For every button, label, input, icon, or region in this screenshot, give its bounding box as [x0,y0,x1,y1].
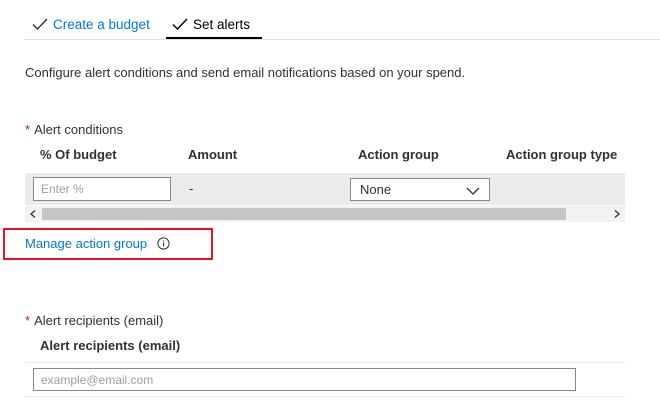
column-header-action-group-type: Action group type [506,147,618,162]
scrollbar-thumb[interactable] [42,208,566,220]
tab-set-alerts-label: Set alerts [193,16,251,32]
info-icon[interactable] [157,237,170,253]
tab-create-budget[interactable]: Create a budget [32,8,150,40]
horizontal-scrollbar[interactable] [25,206,625,222]
email-field[interactable] [33,368,576,391]
chevron-down-icon [466,184,480,199]
action-group-dropdown[interactable]: None [350,178,490,201]
alert-conditions-text: Alert conditions [34,122,123,137]
manage-action-group-link[interactable]: Manage action group [25,236,147,251]
page-description: Configure alert conditions and send emai… [25,65,466,80]
required-marker: * [25,313,31,328]
percent-of-budget-input[interactable] [33,177,171,201]
column-header-action-group: Action group [358,147,439,162]
required-marker: * [25,122,31,137]
column-header-amount: Amount [188,147,238,162]
amount-value: - [189,181,194,196]
scroll-left-icon[interactable] [25,206,41,222]
tab-create-budget-label: Create a budget [53,16,150,32]
alert-conditions-label: * Alert conditions [25,122,123,137]
divider [25,362,625,363]
active-tab-indicator [166,37,262,39]
checkmark-icon [32,18,48,30]
wizard-tabs: Create a budget Set alerts [24,8,660,40]
scroll-right-icon[interactable] [609,206,625,222]
alert-recipients-text: Alert recipients (email) [34,313,164,328]
column-header-percent: % Of budget [40,147,117,162]
column-header-recipients: Alert recipients (email) [40,338,181,353]
divider [25,396,625,397]
tab-set-alerts[interactable]: Set alerts [172,8,250,40]
alert-recipients-label: * Alert recipients (email) [25,313,163,328]
tabs-divider [24,39,660,40]
checkmark-icon [172,18,188,30]
action-group-selected-value: None [360,182,392,197]
